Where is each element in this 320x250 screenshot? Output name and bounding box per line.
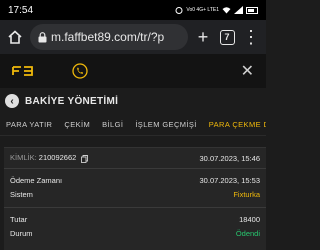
battery-icon [246, 6, 258, 14]
status-bar: 17:54 Vo0 4G+ LTE1 [0, 0, 266, 20]
withdrawal-record-card: KİMLİK: 210092662 30.07.2023, 15:46 Ödem… [4, 147, 266, 250]
browser-menu-icon[interactable]: ⋮ [242, 27, 260, 47]
status-icons: Vo0 4G+ LTE1 [175, 6, 258, 14]
system-row: Sistem Fixturka [4, 187, 266, 201]
amount-row: Tutar 18400 [4, 212, 266, 226]
site-logo[interactable] [12, 64, 34, 79]
back-button[interactable]: ‹ [5, 94, 19, 108]
browser-toolbar: m.faffbet89.com/tr/?p + 7 ⋮ [0, 20, 266, 54]
record-id: KİMLİK: 210092662 [10, 153, 200, 162]
status-time: 17:54 [8, 4, 34, 16]
wifi-icon [222, 7, 231, 14]
url-text: m.faffbet89.com/tr/?p [51, 30, 165, 44]
payment-time-value: 30.07.2023, 15:53 [199, 175, 260, 185]
close-icon[interactable]: ✕ [241, 61, 254, 81]
alarm-icon [175, 7, 183, 14]
phone-icon[interactable] [72, 63, 88, 79]
logo-icon [12, 65, 33, 76]
status-value: Ödendi [235, 228, 260, 238]
tab-para-cekme-durum[interactable]: PARA ÇEKME DURUM [209, 120, 266, 129]
tab-islem-gecmisi[interactable]: İŞLEM GEÇMİŞİ [135, 120, 196, 129]
payment-time-label: Ödeme Zamanı [10, 175, 63, 185]
site-header: ✕ [0, 54, 266, 88]
tab-para-yatir[interactable]: PARA YATIR [6, 120, 52, 129]
page-title-row: ‹ BAKİYE YÖNETİMİ [0, 88, 266, 114]
signal-icon [234, 6, 243, 14]
record-id-row: KİMLİK: 210092662 30.07.2023, 15:46 [4, 148, 266, 168]
amount-value: 18400 [239, 214, 260, 224]
tab-bar: PARA YATIR ÇEKİM BİLGİ İŞLEM GEÇMİŞİ PAR… [0, 114, 266, 136]
network-label: Vo0 4G+ LTE1 [186, 7, 219, 13]
tab-switcher-button[interactable]: 7 [218, 28, 236, 46]
payment-time-row: Ödeme Zamanı 30.07.2023, 15:53 [4, 173, 266, 187]
system-value: Fixturka [233, 189, 260, 199]
lock-icon [38, 31, 47, 42]
new-tab-button[interactable]: + [194, 27, 212, 47]
status-label: Durum [10, 228, 33, 238]
page-title: BAKİYE YÖNETİMİ [25, 95, 119, 107]
system-label: Sistem [10, 189, 33, 199]
tab-bilgi[interactable]: BİLGİ [102, 120, 123, 129]
amount-label: Tutar [10, 214, 28, 224]
record-id-label: KİMLİK: [10, 153, 37, 163]
tab-cekim[interactable]: ÇEKİM [64, 120, 90, 129]
divider [4, 207, 266, 208]
record-created-date: 30.07.2023, 15:46 [199, 153, 260, 163]
address-bar[interactable]: m.faffbet89.com/tr/?p [30, 24, 188, 50]
home-icon[interactable] [6, 28, 24, 46]
tab-count: 7 [219, 29, 235, 45]
status-row: Durum Ödendi [4, 226, 266, 240]
divider [4, 168, 266, 169]
record-id-value: 210092662 [38, 153, 77, 163]
copy-icon[interactable] [81, 154, 89, 163]
